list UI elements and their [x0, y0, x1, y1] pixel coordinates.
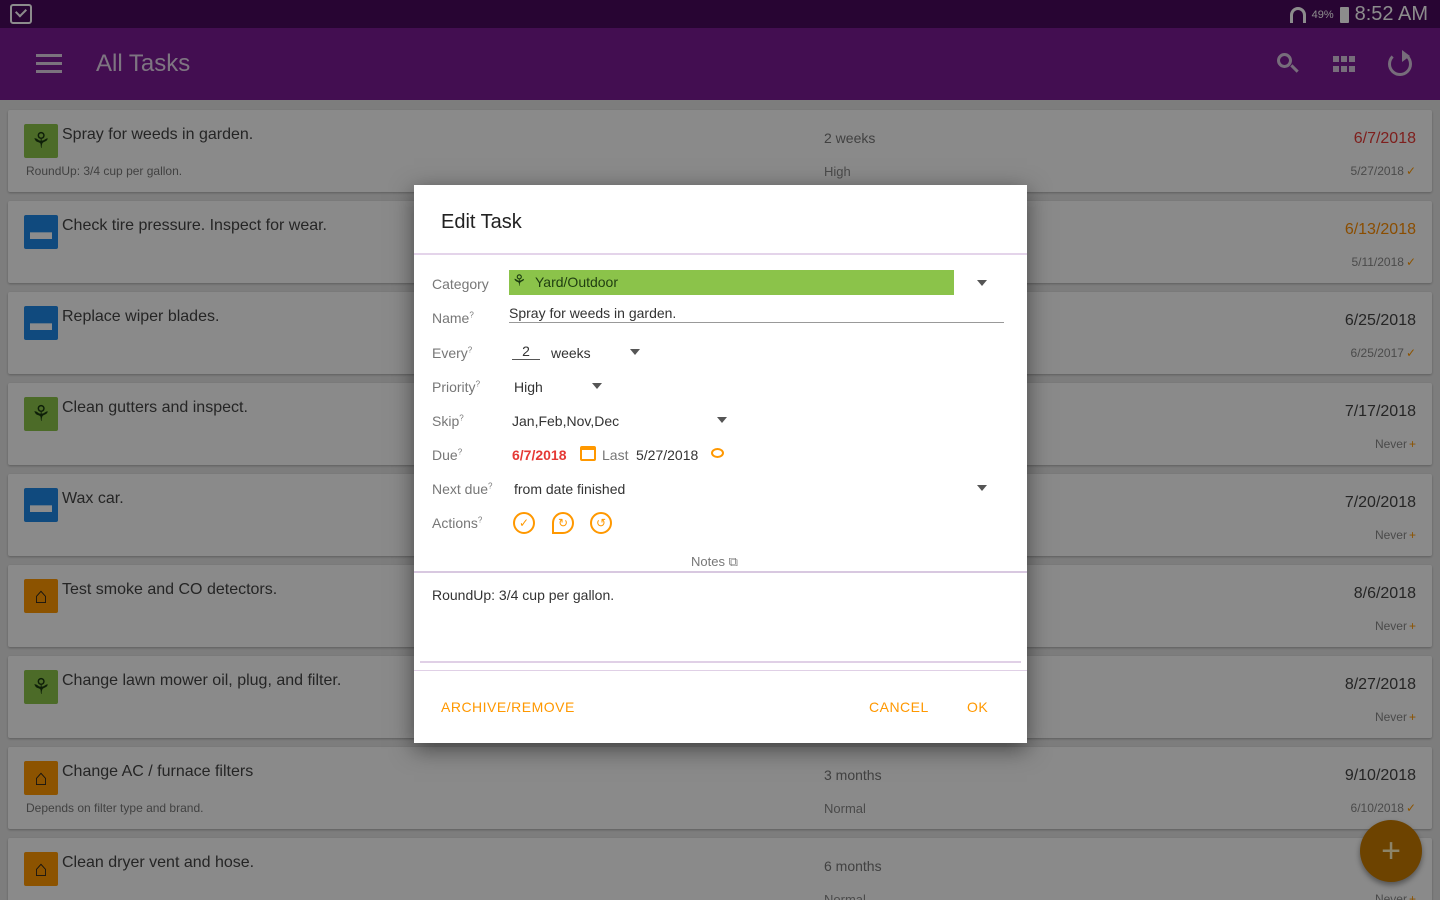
every-unit-dropdown-icon[interactable] [630, 349, 640, 355]
category-dropdown-icon[interactable] [977, 280, 987, 286]
last-label: Last [602, 447, 629, 463]
name-field[interactable] [509, 303, 1004, 323]
cancel-button[interactable]: CANCEL [869, 699, 929, 715]
actions-label: Actions? [432, 515, 483, 531]
next-due-value[interactable]: from date finished [514, 481, 625, 497]
skip-label: Skip? [432, 413, 464, 429]
repeat-icon[interactable]: ↻ [552, 512, 574, 534]
category-select[interactable]: ⚘ Yard/Outdoor [509, 270, 954, 295]
notes-field[interactable]: RoundUp: 3/4 cup per gallon. [432, 587, 1012, 657]
yard-icon: ⚘ [512, 273, 527, 290]
every-unit-value[interactable]: weeks [551, 345, 591, 361]
archive-remove-button[interactable]: ARCHIVE/REMOVE [441, 699, 575, 715]
edit-task-dialog: Edit Task Category ⚘ Yard/Outdoor Name? … [414, 185, 1027, 743]
last-date-value[interactable]: 5/27/2018 [636, 447, 698, 463]
eye-icon[interactable] [711, 448, 724, 458]
next-due-label: Next due? [432, 481, 493, 497]
every-number-field[interactable]: 2 [512, 343, 540, 360]
notes-link[interactable]: Notes ⧉ [691, 554, 738, 570]
notes-divider [414, 571, 1027, 573]
calendar-icon[interactable] [580, 446, 596, 461]
footer-divider [414, 670, 1027, 671]
due-label: Due? [432, 447, 463, 463]
notes-underline [420, 661, 1021, 663]
every-label: Every? [432, 345, 473, 361]
priority-dropdown-icon[interactable] [592, 383, 602, 389]
due-date-value[interactable]: 6/7/2018 [512, 447, 567, 463]
priority-label: Priority? [432, 379, 481, 395]
ok-button[interactable]: OK [967, 699, 988, 715]
category-value: Yard/Outdoor [535, 274, 619, 290]
divider [414, 253, 1027, 255]
reschedule-icon[interactable]: ↺ [590, 512, 612, 534]
skip-value[interactable]: Jan,Feb,Nov,Dec [512, 413, 619, 429]
dialog-title: Edit Task [441, 211, 522, 233]
open-external-icon: ⧉ [728, 554, 738, 569]
priority-value[interactable]: High [514, 379, 543, 395]
next-due-dropdown-icon[interactable] [977, 485, 987, 491]
skip-dropdown-icon[interactable] [717, 417, 727, 423]
mark-done-icon[interactable]: ✓ [513, 512, 535, 534]
category-label: Category [432, 276, 489, 292]
name-label: Name? [432, 310, 474, 326]
